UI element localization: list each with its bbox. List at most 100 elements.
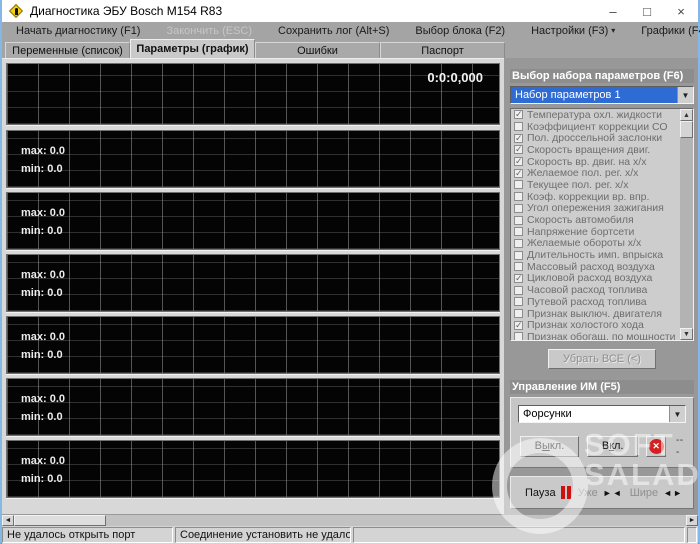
- checkbox-icon[interactable]: [514, 133, 523, 144]
- checkbox-icon[interactable]: [514, 285, 523, 295]
- menu-item-5[interactable]: Настройки (F3) ▾: [531, 25, 615, 37]
- window-title: Диагностика ЭБУ Bosch M154 R83: [30, 4, 223, 18]
- parameter-row[interactable]: Пол. дроссельной заслонки: [511, 132, 693, 144]
- checkbox-icon[interactable]: [514, 262, 523, 272]
- parameter-label: Угол опережения зажигания: [527, 202, 664, 215]
- stop-button[interactable]: ✕: [646, 435, 666, 457]
- parameter-row[interactable]: Длительность имп. впрыска: [511, 249, 693, 261]
- menu-bar: Начать диагностику (F1) Закончить (ESC) Со…: [2, 22, 700, 39]
- main-area: 0:0:0,000 max: 0.0 min: 0.0 max: 0.0 min: 0…: [2, 58, 698, 514]
- tab-2[interactable]: Параметры (график): [130, 39, 255, 58]
- param-set-value[interactable]: Набор параметров 1: [511, 87, 677, 103]
- parameter-row[interactable]: Угол опережения зажигания: [511, 202, 693, 215]
- tab-1[interactable]: Переменные (список): [5, 42, 130, 58]
- checkbox-icon[interactable]: [514, 332, 523, 340]
- scroll-up-icon[interactable]: ▲: [680, 109, 693, 121]
- parameter-label: Коэф. коррекции вр. впр.: [527, 190, 650, 203]
- param-set-header: Выбор набора параметров (F6): [510, 69, 694, 83]
- checkbox-icon[interactable]: [514, 203, 523, 213]
- tab-4[interactable]: Паспорт: [380, 42, 505, 58]
- parameter-row[interactable]: Скорость автомобиля: [511, 214, 693, 226]
- scrollbar-thumb[interactable]: [680, 121, 693, 138]
- checkbox-icon[interactable]: [514, 227, 523, 237]
- stop-icon: ✕: [648, 438, 664, 454]
- off-button[interactable]: Вы кл.: [520, 435, 579, 457]
- scrollbar-track[interactable]: [106, 515, 686, 526]
- checkbox-icon[interactable]: [514, 273, 523, 284]
- actuator-value[interactable]: Форсунки: [519, 406, 669, 422]
- checkbox-icon[interactable]: [514, 122, 523, 132]
- parameter-row[interactable]: Желаемые обороты х/х: [511, 237, 693, 249]
- chevron-down-icon[interactable]: ▼: [669, 406, 685, 422]
- parameter-row[interactable]: Признак обогащ. по мощности: [511, 331, 693, 340]
- parameter-row[interactable]: Признак холостого хода: [511, 319, 693, 331]
- checkbox-icon[interactable]: [514, 297, 523, 307]
- actuator-header: Управление ИМ (F5): [510, 380, 694, 394]
- off-button-label: В: [534, 440, 542, 452]
- parameter-row[interactable]: Массовый расход воздуха: [511, 261, 693, 273]
- pause-label: Пауза: [525, 486, 556, 499]
- param-set-combobox[interactable]: Набор параметров 1 ▼: [510, 86, 694, 104]
- menu-item-4[interactable]: Выбор блока (F2): [415, 25, 505, 37]
- checkbox-icon[interactable]: [514, 320, 523, 331]
- timeline-strip: 0:0:0,000: [6, 63, 500, 125]
- parameter-label: Скорость автомобиля: [527, 214, 634, 227]
- scroll-right-icon[interactable]: ►: [686, 515, 698, 526]
- parameter-row[interactable]: Цикловой расход воздуха: [511, 272, 693, 284]
- parameter-row[interactable]: Температура охл. жидкости: [511, 109, 693, 121]
- checkbox-icon[interactable]: [514, 238, 523, 248]
- transport-box: Пауза Уже ►◄ Шире ◄►: [510, 476, 694, 509]
- checkbox-icon[interactable]: [514, 192, 523, 202]
- checkbox-icon[interactable]: [514, 309, 523, 319]
- wider-button[interactable]: Шире ◄►: [630, 487, 683, 499]
- menu-item-2[interactable]: Закончить (ESC): [166, 25, 252, 37]
- parameter-row[interactable]: Скорость вращения двиг.: [511, 144, 693, 156]
- menu-item-1[interactable]: Начать диагностику (F1): [16, 25, 140, 37]
- parameter-row[interactable]: Текущее пол. рег. х/х: [511, 179, 693, 191]
- horizontal-scrollbar[interactable]: ◄ ►: [2, 514, 698, 526]
- on-button[interactable]: Вк л.: [586, 435, 639, 457]
- scroll-left-icon[interactable]: ◄: [2, 515, 14, 526]
- parameter-label: Напряжение бортсети: [527, 225, 635, 238]
- parameter-list: Температура охл. жидкостиКоэффициент кор…: [510, 108, 694, 341]
- parameter-row[interactable]: Признак выключ. двигателя: [511, 308, 693, 320]
- chevron-down-icon[interactable]: ▼: [677, 87, 693, 103]
- close-button[interactable]: ×: [664, 0, 698, 22]
- narrower-button[interactable]: Уже ►◄: [578, 487, 623, 499]
- remove-all-button[interactable]: Убрать ВСЕ (<): [548, 349, 656, 369]
- menu-item-3[interactable]: Сохранить лог (Alt+S): [278, 25, 389, 37]
- strip-min-label: min: 0.0: [21, 163, 63, 175]
- app-window: Диагностика ЭБУ Bosch M154 R83 – □ × Нач…: [0, 0, 700, 544]
- scrollbar-thumb[interactable]: [14, 515, 106, 526]
- checkbox-icon[interactable]: [514, 144, 523, 155]
- parameter-row[interactable]: Коэффициент коррекции СО: [511, 121, 693, 133]
- checkbox-icon[interactable]: [514, 180, 523, 190]
- parameter-row[interactable]: Напряжение бортсети: [511, 226, 693, 238]
- minimize-button[interactable]: –: [596, 0, 630, 22]
- parameter-row[interactable]: Часовой расход топлива: [511, 284, 693, 296]
- parameter-row[interactable]: Коэф. коррекции вр. впр.: [511, 191, 693, 203]
- actuator-combobox[interactable]: Форсунки ▼: [518, 405, 686, 423]
- checkbox-icon[interactable]: [514, 168, 523, 179]
- graph-strip: max: 0.0 min: 0.0: [6, 316, 500, 374]
- scroll-down-icon[interactable]: ▼: [680, 328, 693, 340]
- parameter-label: Признак холостого хода: [527, 319, 644, 332]
- parameter-list-scrollbar[interactable]: ▲ ▼: [680, 109, 693, 340]
- parameter-row[interactable]: Желаемое пол. рег. х/х: [511, 167, 693, 179]
- parameter-row[interactable]: Скорость вр. двиг. на х/х: [511, 156, 693, 168]
- checkbox-icon[interactable]: [514, 215, 523, 225]
- pause-button[interactable]: Пауза: [525, 486, 571, 499]
- right-panel: Выбор набора параметров (F6) Набор парам…: [504, 58, 698, 514]
- on-button-label: В: [601, 440, 610, 452]
- checkbox-icon[interactable]: [514, 156, 523, 167]
- parameter-label: Пол. дроссельной заслонки: [527, 132, 663, 145]
- tab-3[interactable]: Ошибки: [255, 42, 380, 58]
- parameter-label: Часовой расход топлива: [527, 284, 648, 297]
- parameter-label: Текущее пол. рег. х/х: [527, 178, 629, 191]
- checkbox-icon[interactable]: [514, 109, 523, 120]
- parameter-row[interactable]: Путевой расход топлива: [511, 296, 693, 308]
- parameter-label: Путевой расход топлива: [527, 295, 647, 308]
- maximize-button[interactable]: □: [630, 0, 664, 22]
- checkbox-icon[interactable]: [514, 250, 523, 260]
- menu-item-6[interactable]: Графики (F4)▾: [641, 25, 700, 37]
